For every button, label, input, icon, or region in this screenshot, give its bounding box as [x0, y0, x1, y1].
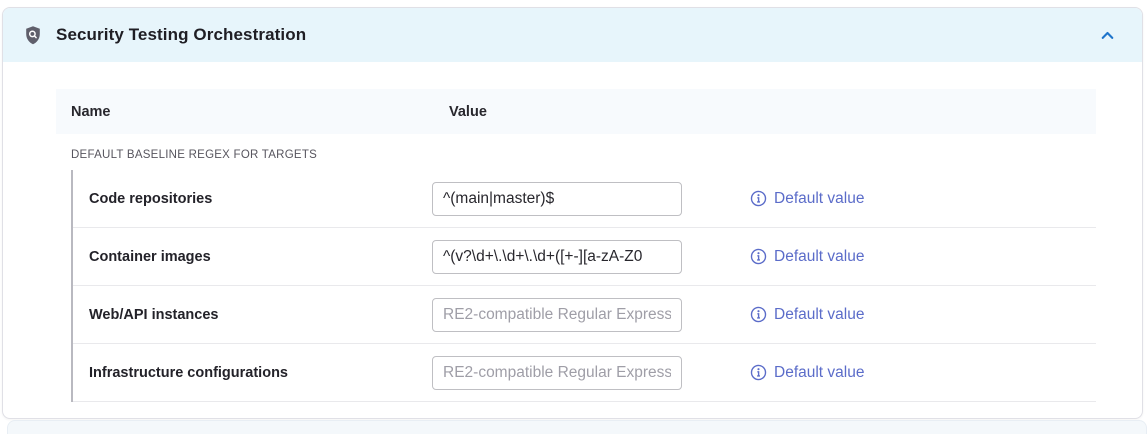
- regex-input-infrastructure-configurations[interactable]: [432, 356, 682, 390]
- default-value-label: Default value: [774, 248, 864, 266]
- default-value-label: Default value: [774, 190, 864, 208]
- table-header-row: Name Value: [56, 89, 1096, 134]
- default-value-label: Default value: [774, 306, 864, 324]
- next-section-peek[interactable]: [7, 420, 1147, 434]
- regex-input-code-repositories[interactable]: [432, 182, 682, 216]
- info-icon: [750, 190, 767, 207]
- default-value-label: Default value: [774, 364, 864, 382]
- default-value-link[interactable]: Default value: [750, 364, 864, 382]
- column-header-name: Name: [56, 104, 111, 120]
- settings-rows: Code repositories Default value Containe…: [71, 170, 1096, 402]
- regex-input-container-images[interactable]: [432, 240, 682, 274]
- table-row-code-repositories: Code repositories Default value: [73, 170, 1096, 228]
- info-icon: [750, 364, 767, 381]
- accordion-header[interactable]: Security Testing Orchestration: [3, 8, 1142, 62]
- chevron-up-icon: [1099, 27, 1116, 44]
- collapse-button[interactable]: [1094, 22, 1120, 48]
- table-row-container-images: Container images Default value: [73, 228, 1096, 286]
- info-icon: [750, 248, 767, 265]
- info-icon: [750, 306, 767, 323]
- panel-title: Security Testing Orchestration: [56, 25, 306, 45]
- default-value-link[interactable]: Default value: [750, 248, 864, 266]
- setting-name: Container images: [73, 249, 432, 265]
- setting-name: Web/API instances: [73, 307, 432, 323]
- column-header-value: Value: [449, 104, 487, 120]
- regex-input-web-api-instances[interactable]: [432, 298, 682, 332]
- setting-name: Infrastructure configurations: [73, 365, 432, 381]
- table-row-web-api-instances: Web/API instances Default value: [73, 286, 1096, 344]
- shield-scan-icon: [23, 25, 43, 46]
- default-value-link[interactable]: Default value: [750, 306, 864, 324]
- section-label: DEFAULT BASELINE REGEX FOR TARGETS: [71, 149, 317, 161]
- security-testing-orchestration-panel: Security Testing Orchestration Name Valu…: [2, 7, 1143, 419]
- default-value-link[interactable]: Default value: [750, 190, 864, 208]
- setting-name: Code repositories: [73, 191, 432, 207]
- table-row-infrastructure-configurations: Infrastructure configurations Default va…: [73, 344, 1096, 402]
